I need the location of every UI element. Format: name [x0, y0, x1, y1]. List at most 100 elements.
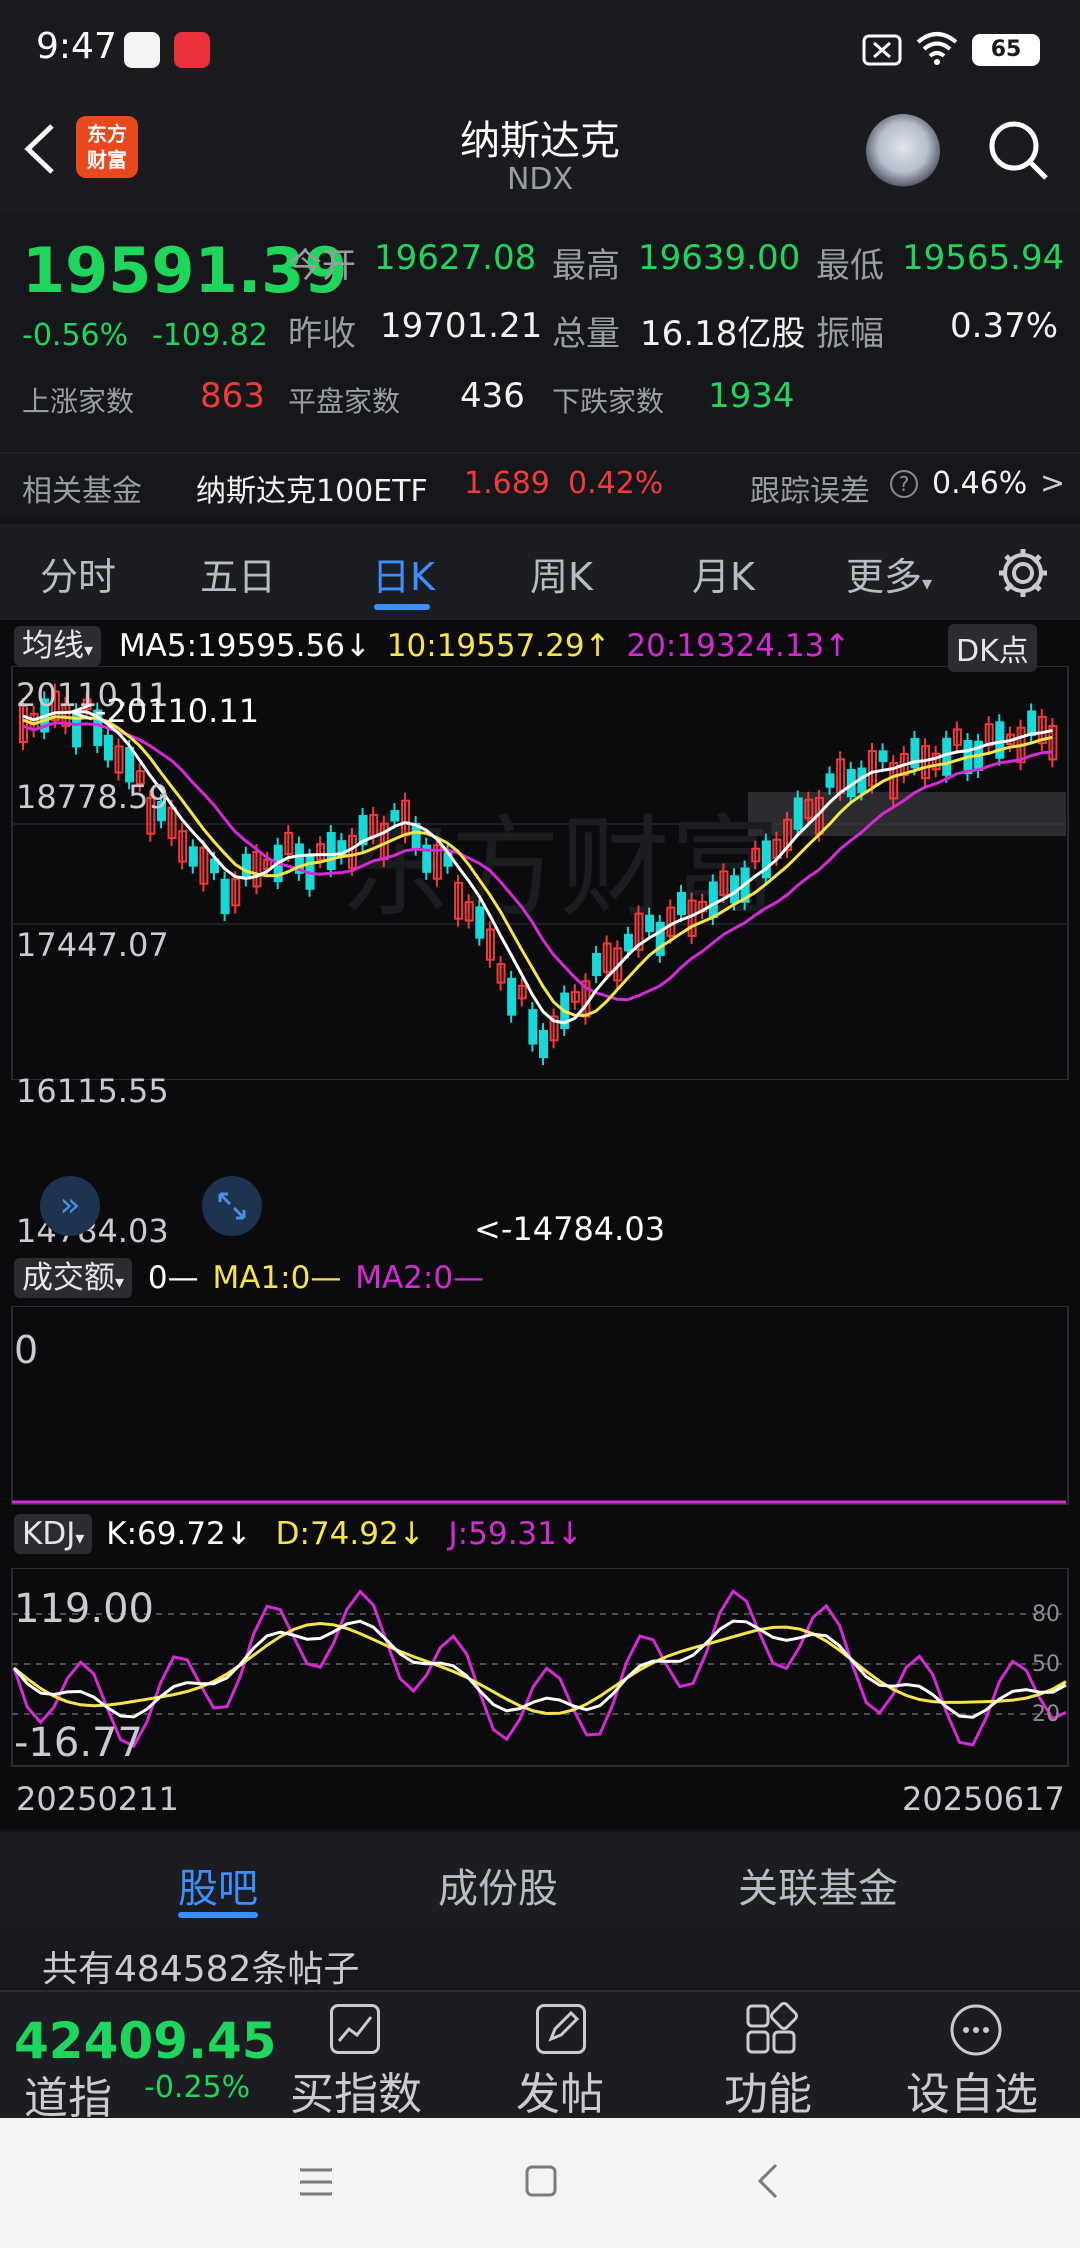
tab-guba[interactable]: 股吧	[178, 1856, 258, 1914]
page-title: 纳斯达克	[460, 118, 620, 164]
volume-legend: 成交额▾ 0— MA1:0— MA2:0—	[14, 1252, 485, 1298]
kdj-chart[interactable]	[0, 1568, 1080, 1768]
amplitude-label: 振幅	[816, 314, 884, 354]
candle	[623, 933, 633, 952]
candle	[539, 1030, 548, 1059]
tracking-error-value: 0.46%	[932, 466, 1028, 501]
tab-more-label: 更多	[846, 555, 923, 599]
high-value: 19639.00	[638, 238, 801, 278]
decliners-label: 下跌家数	[552, 385, 665, 418]
chart-trend-icon[interactable]	[330, 2004, 380, 2054]
candle	[878, 750, 888, 762]
tab-related-funds[interactable]: 关联基金	[738, 1856, 898, 1914]
functions-button[interactable]: 功能	[724, 2058, 812, 2122]
tab-more[interactable]: 更多▾	[846, 546, 932, 601]
help-icon[interactable]: ?	[890, 470, 918, 498]
dash-marker: —	[310, 1260, 342, 1296]
y-axis-label: 16115.55	[16, 1072, 169, 1110]
grid-apps-icon[interactable]	[744, 2002, 798, 2056]
tracking-error-label: 跟踪误差	[750, 474, 870, 509]
expand-icon[interactable]	[202, 1176, 262, 1236]
volume-selector-button[interactable]: 成交额▾	[14, 1258, 133, 1298]
tab-five-day[interactable]: 五日	[200, 546, 276, 601]
post-button[interactable]: 发帖	[516, 2058, 604, 2122]
tab-weekly-k[interactable]: 周K	[530, 546, 593, 601]
candle	[125, 746, 135, 783]
volume-value: 0	[147, 1260, 168, 1296]
status-time: 9:47	[36, 26, 117, 67]
caret-down-icon: ▾	[115, 1272, 125, 1293]
candle	[103, 734, 113, 761]
battery-icon: 65	[972, 34, 1040, 66]
candle	[676, 891, 686, 916]
page-subtitle: NDX	[506, 162, 574, 197]
tab-monthly-k[interactable]: 月K	[692, 546, 755, 601]
candle	[528, 1009, 538, 1045]
menu-icon[interactable]	[298, 2164, 334, 2200]
edit-post-icon[interactable]	[536, 2004, 586, 2054]
candle	[645, 914, 655, 933]
advancers-value: 863	[200, 376, 265, 416]
open-value: 19627.08	[374, 238, 537, 278]
candle	[220, 878, 230, 915]
ticker-index-pct: -0.25%	[144, 2070, 251, 2105]
tab-daily-k[interactable]: 日K	[372, 546, 435, 601]
logo-text: 东方财富	[87, 122, 127, 172]
app-logo[interactable]: 东方财富	[76, 116, 138, 178]
more-options-icon[interactable]	[948, 2002, 1004, 2058]
kdj-level-label: 80	[1032, 1602, 1060, 1627]
buy-index-button[interactable]: 买指数	[290, 2058, 422, 2122]
up-arrow-icon: ↑	[584, 628, 611, 664]
home-square-icon[interactable]	[524, 2164, 558, 2198]
candle	[793, 797, 803, 830]
tab-intraday[interactable]: 分时	[40, 546, 116, 601]
volume-ma1: MA1:0	[212, 1260, 311, 1296]
volume-chart[interactable]	[0, 1306, 1080, 1506]
top-navigation: 东方财富 纳斯达克 NDX	[0, 96, 1080, 214]
candle	[1027, 710, 1037, 737]
ma10-value: 10:19557.29	[386, 628, 585, 664]
high-label: 最高	[552, 246, 620, 286]
volume-value: 16.18亿股	[640, 314, 806, 354]
back-arrow-icon[interactable]	[20, 122, 60, 176]
system-navigation-bar	[0, 2118, 1080, 2248]
chevron-right-icon[interactable]: >	[1040, 466, 1065, 501]
add-watchlist-button[interactable]: 设自选	[906, 2058, 1038, 2122]
battery-level: 65	[990, 37, 1022, 62]
kdj-axis-top: 119.00	[14, 1586, 154, 1632]
sim-off-icon	[862, 34, 902, 66]
candle	[390, 810, 400, 822]
related-fund-row[interactable]: 相关基金 纳斯达克100ETF 1.689 0.42% 跟踪误差 ? 0.46%…	[0, 452, 1080, 516]
volume-selector-label: 成交额	[22, 1260, 115, 1296]
kdj-k-line	[12, 1619, 1067, 1719]
y-axis-label: 17447.07	[16, 926, 169, 964]
robot-assistant-icon[interactable]	[866, 114, 940, 188]
volume-label: 总量	[552, 314, 620, 354]
open-label: 今开	[288, 246, 356, 286]
active-tab-indicator	[178, 1912, 258, 1918]
dash-marker: —	[167, 1260, 199, 1296]
dash-marker: —	[453, 1260, 485, 1296]
status-bar: 9:47 65	[0, 0, 1080, 96]
ma20-value: 20:19324.13	[626, 628, 825, 664]
related-fund-label: 相关基金	[22, 474, 142, 509]
ticker-index-name[interactable]: 道指	[24, 2062, 112, 2126]
ma-selector-button[interactable]: 均线▾	[14, 626, 102, 666]
kdj-selector-button[interactable]: KDJ▾	[14, 1514, 93, 1554]
kdj-legend: KDJ▾ K:69.72↓ D:74.92↓ J:59.31↓	[14, 1514, 583, 1554]
dk-point-button[interactable]: DK点	[948, 624, 1037, 672]
down-arrow-icon: ↓	[344, 628, 371, 664]
date-start: 20250211	[16, 1780, 179, 1818]
candle	[592, 953, 602, 977]
search-icon[interactable]	[986, 118, 1052, 184]
ma-selector-label: 均线	[22, 628, 84, 664]
prev-close-value: 19701.21	[380, 306, 543, 346]
gear-icon[interactable]	[996, 546, 1050, 600]
tab-constituents[interactable]: 成份股	[438, 1856, 558, 1914]
double-chevron-right-icon[interactable]: »	[40, 1176, 100, 1236]
prev-close-label: 昨收	[288, 314, 356, 354]
unchanged-value: 436	[460, 376, 525, 416]
quote-panel: 19591.39 -0.56% -109.82 今开 19627.08 最高 1…	[0, 214, 1080, 458]
related-fund-name[interactable]: 纳斯达克100ETF	[196, 466, 428, 510]
system-back-icon[interactable]	[756, 2162, 780, 2200]
